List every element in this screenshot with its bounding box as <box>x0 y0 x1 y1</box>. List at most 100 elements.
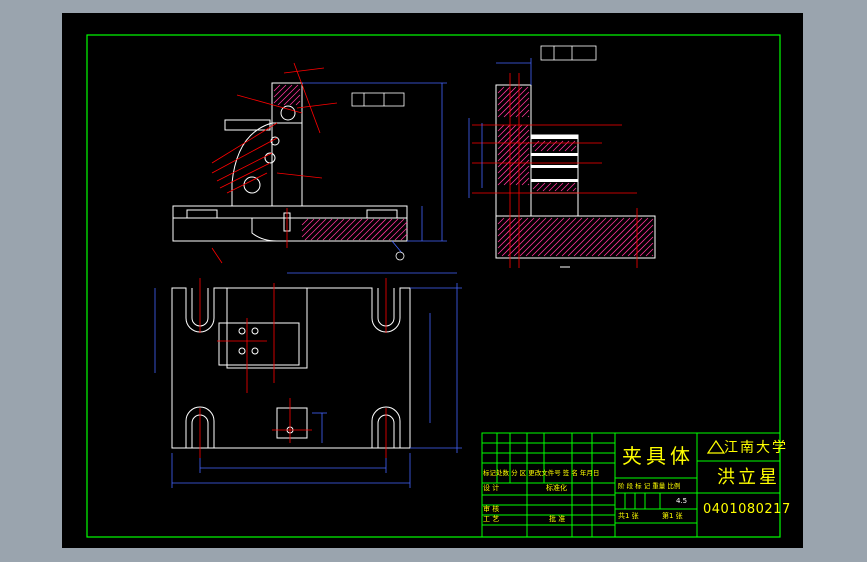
front-slot-right <box>366 209 398 219</box>
hatch-line <box>497 124 511 138</box>
hatch-line <box>497 124 529 156</box>
side-column <box>495 84 532 217</box>
hatch-line <box>301 218 309 226</box>
hatch-line <box>521 177 530 186</box>
hatch-line <box>273 84 281 92</box>
hatch-line <box>573 217 613 257</box>
school-logo-icon <box>706 439 726 454</box>
hatch-line <box>277 84 299 106</box>
approve-label: 批 准 <box>549 515 566 523</box>
top-view <box>171 287 411 449</box>
front-hatch <box>273 84 408 241</box>
cad-viewport[interactable]: 夹具体 江南大学 洪立星 0401080217 标记处数 分 区 更改文件号 签… <box>62 13 803 548</box>
hatch-line <box>340 218 363 241</box>
hatch-line <box>515 103 530 118</box>
scale-value: 4.5 <box>676 497 688 505</box>
hatch-line <box>289 94 301 106</box>
hatch-line <box>527 183 530 186</box>
revision-header: 标记处数 分 区 更改文件号 签 名 年月日 <box>483 469 600 477</box>
sheet-total: 共1 张 <box>618 512 639 520</box>
student-id: 0401080217 <box>703 502 791 517</box>
datum-symbol <box>395 251 405 261</box>
hatch-line <box>521 109 530 118</box>
hatch-line <box>540 140 552 152</box>
hatch-line <box>273 84 287 98</box>
hatch-line <box>334 218 357 241</box>
top-stud-block <box>276 407 308 439</box>
hatch-line <box>558 140 570 152</box>
hatch-line <box>497 86 511 100</box>
hatch-line <box>322 218 345 241</box>
hatch-line <box>295 100 301 106</box>
top-column-block <box>226 287 308 369</box>
hatch-line <box>609 217 649 257</box>
hatch-line <box>497 217 529 249</box>
hatch-line <box>534 140 546 152</box>
hatch-line <box>497 153 530 186</box>
hatch-line <box>382 218 405 241</box>
hatch-line <box>501 217 541 257</box>
hatch-line <box>572 187 577 192</box>
hatch-line <box>546 140 558 152</box>
hatch-line <box>358 218 381 241</box>
hatch-line <box>497 147 530 180</box>
hatch-line <box>497 86 529 118</box>
school-name: 江南大学 <box>724 440 788 456</box>
hatch-line <box>328 218 351 241</box>
hatch-line <box>515 171 530 186</box>
hatch-line <box>352 218 375 241</box>
hatch-line <box>645 248 654 257</box>
hatch-line <box>509 97 530 118</box>
hatch-line <box>615 218 654 257</box>
review-label: 审 核 <box>483 505 500 513</box>
hatch-line <box>561 217 601 257</box>
hatch-line <box>519 217 559 257</box>
hatch-line <box>316 218 339 241</box>
hatch-line <box>376 218 399 241</box>
side-centerlines <box>472 73 638 268</box>
hatch-line <box>497 141 530 174</box>
front-view <box>172 82 408 242</box>
hatch-line <box>509 165 530 186</box>
hatch-line <box>621 224 654 257</box>
hatch-line <box>304 218 327 241</box>
hatch-line <box>525 217 565 257</box>
hatch-line <box>639 242 654 257</box>
hatch-line <box>400 233 408 241</box>
hatch-line <box>552 140 564 152</box>
hatch-line <box>651 254 654 257</box>
hatch-line <box>497 217 505 225</box>
hatch-line <box>497 217 535 255</box>
front-clamp-bar <box>224 119 271 131</box>
designer-name: 洪立星 <box>717 467 780 488</box>
pivot-hole-small-1 <box>264 152 276 164</box>
pivot-hole-large <box>243 176 261 194</box>
hatch-line <box>543 217 583 257</box>
top-dimensions <box>154 272 462 488</box>
hatch-line <box>301 218 315 232</box>
hatch-line <box>564 140 576 152</box>
front-tolerance-frame <box>351 92 405 107</box>
front-slot-left <box>186 209 218 219</box>
hatch-line <box>513 217 553 257</box>
hatch-line <box>497 217 511 231</box>
hatch-line <box>603 217 643 257</box>
hatch-line <box>531 217 571 257</box>
hatch-line <box>507 217 547 257</box>
sheet-index: 第1 张 <box>662 512 683 520</box>
hatch-line <box>570 145 577 152</box>
hatch-line <box>532 182 540 190</box>
hatch-line <box>549 217 589 257</box>
hatch-line <box>497 86 505 94</box>
hatch-line <box>579 217 619 257</box>
hatch-line <box>497 129 530 162</box>
hatch-line <box>497 124 505 132</box>
hatch-line <box>585 217 625 257</box>
side-tolerance-frame <box>540 45 597 61</box>
hatch-line <box>394 227 408 241</box>
hatch-line <box>567 217 607 257</box>
hatch-line <box>527 115 530 118</box>
stage-header: 阶 段 标 记 重量 比例 <box>618 482 681 490</box>
part-name: 夹具体 <box>622 444 694 468</box>
process-label: 工 艺 <box>483 515 500 523</box>
